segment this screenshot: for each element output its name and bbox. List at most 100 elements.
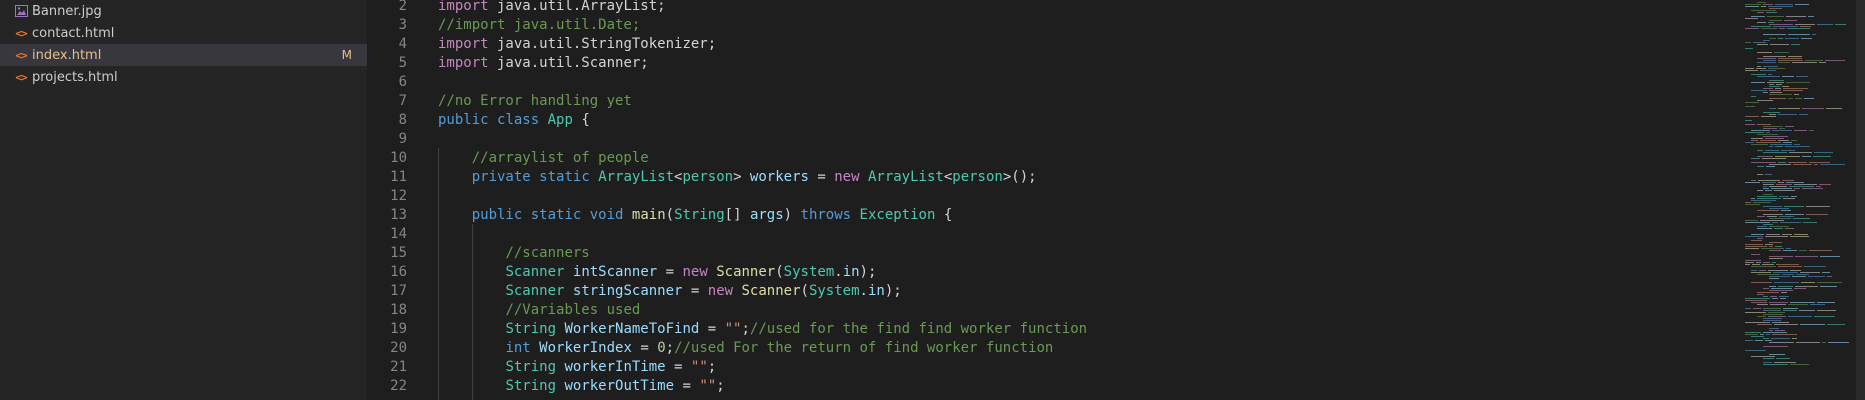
code-line[interactable]: 17 Scanner stringScanner = new Scanner(S… [367,282,1747,301]
code-line[interactable]: 12 [367,187,1747,206]
minimap-line [1763,206,1782,207]
code-line[interactable]: 13 public static void main(String[] args… [367,206,1747,225]
minimap-line [1795,98,1802,99]
file-item[interactable]: <> projects.html [0,66,367,88]
minimap-line [1803,222,1817,223]
line-number: 2 [398,0,407,14]
minimap-line [1757,12,1764,13]
code-line[interactable]: 20 int WorkerIndex = 0;//used For the re… [367,339,1747,358]
minimap-line [1769,38,1776,39]
minimap-line [1773,272,1798,273]
minimap-line [1794,144,1800,145]
minimap-line [1760,220,1784,221]
git-modified-badge: M [341,48,352,62]
minimap-line [1745,4,1761,5]
minimap-line [1775,146,1783,147]
code-line[interactable]: 11 private static ArrayList<person> work… [367,168,1747,187]
minimap-line [1757,274,1780,275]
minimap-line [1776,84,1782,85]
code-line[interactable]: 2 import java.util.ArrayList; [367,0,1747,16]
code-line[interactable]: 21 String workerInTime = ""; [367,358,1747,377]
minimap-line [1751,272,1771,273]
minimap-line [1800,26,1811,27]
minimap-line [1782,274,1794,275]
minimap-line [1769,114,1776,115]
minimap-line [1785,38,1799,39]
minimap-line [1761,28,1777,29]
file-item[interactable]: Banner.jpg [0,0,367,22]
code-token: = [631,340,658,356]
code-line[interactable]: 14 [367,225,1747,244]
code-line[interactable]: 22 String workerOutTime = ""; [367,377,1747,396]
minimap-line [1753,308,1761,309]
minimap-line [1769,218,1791,219]
code-token: = [665,359,691,375]
minimap-line [1745,68,1754,69]
minimap-line [1769,226,1789,227]
minimap-line [1767,82,1784,83]
code-token: String [505,378,557,394]
line-number: 21 [390,359,407,375]
minimap-line [1763,338,1769,339]
code-text: Scanner intScanner = new Scanner(System.… [438,263,876,282]
minimap-line [1763,184,1774,185]
minimap-line [1814,152,1833,153]
minimap-line [1757,166,1764,167]
code-editor[interactable]: 2 import java.util.ArrayList; 3 //import ja… [367,0,1865,400]
minimap-line [1822,272,1830,273]
minimap-line [1745,332,1761,333]
code-line[interactable]: 6 [367,73,1747,92]
code-token: //used For the return of find worker fun… [674,340,1054,356]
minimap-line [1781,292,1787,293]
code-line[interactable]: 7 //no Error handling yet [367,92,1747,111]
code-line[interactable]: 3 //import java.util.Date; [367,16,1747,35]
code-line[interactable]: 10 //arraylist of people [367,149,1747,168]
code-line[interactable]: 19 String WorkerNameToFind = "";//used f… [367,320,1747,339]
minimap-line [1763,128,1777,129]
minimap-line [1757,156,1773,157]
file-item[interactable]: <> contact.html [0,22,367,44]
minimap[interactable] [1745,0,1855,400]
minimap-line [1757,292,1779,293]
code-token: . [859,283,868,299]
minimap-line [1792,338,1797,339]
vertical-scrollbar[interactable] [1856,0,1865,400]
minimap-line [1780,298,1786,299]
minimap-line [1757,2,1766,3]
code-line[interactable]: 16 Scanner intScanner = new Scanner(Syst… [367,263,1747,282]
minimap-line [1745,236,1763,237]
minimap-line [1757,190,1763,191]
minimap-line [1790,236,1809,237]
code-token: import [438,36,489,52]
file-item[interactable]: <> index.html M [0,44,367,66]
code-line[interactable]: 5 import java.util.Scanner; [367,54,1747,73]
code-line[interactable]: 9 [367,130,1747,149]
minimap-line [1828,342,1849,343]
code-line[interactable]: 4 import java.util.StringTokenizer; [367,35,1747,54]
code-line[interactable]: 18 //Variables used [367,301,1747,320]
minimap-line [1800,272,1820,273]
minimap-line [1767,16,1784,17]
code-token: new [682,264,708,280]
code-token: > [733,169,750,185]
code-text: String workerInTime = ""; [438,358,716,377]
code-line[interactable]: 8 public class App { [367,111,1747,130]
minimap-line [1778,38,1783,39]
minimap-line [1751,356,1775,357]
code-token: ArrayList [867,169,944,185]
minimap-line [1812,34,1816,35]
code-token: stringScanner [572,283,683,299]
code-token: //Variables used [505,302,641,318]
minimap-line [1819,62,1826,63]
minimap-line [1778,162,1786,163]
minimap-line [1766,12,1777,13]
code-line[interactable]: 15 //scanners [367,244,1747,263]
code-token: = [808,169,835,185]
minimap-line [1781,150,1795,151]
minimap-line [1779,128,1785,129]
minimap-line [1757,150,1763,151]
minimap-line [1804,98,1814,99]
minimap-line [1745,312,1766,313]
